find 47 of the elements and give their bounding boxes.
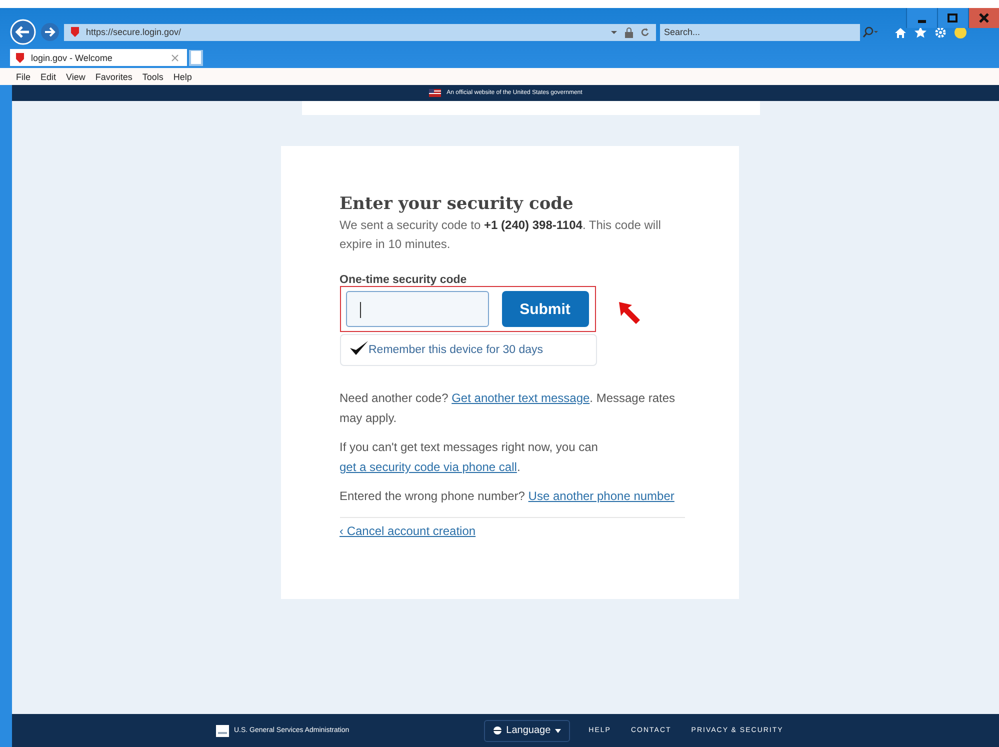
menu-item[interactable]: Favorites	[95, 72, 132, 82]
close-icon[interactable]	[968, 8, 999, 28]
shield-icon	[15, 52, 25, 64]
dropdown-icon[interactable]	[610, 28, 618, 36]
menu-item[interactable]: Help	[173, 72, 192, 82]
lock-icon	[624, 26, 634, 38]
menu-item[interactable]: Tools	[142, 72, 164, 82]
submit-button[interactable]: Submit	[502, 291, 588, 327]
checkmark-icon	[348, 340, 368, 356]
intro-text: We sent a security code to +1 (240) 398-1104. This code will expire in 10 minutes.	[340, 217, 662, 253]
search-field[interactable]: Search...	[660, 24, 860, 40]
cancel-link[interactable]: ‹ Cancel account creation	[340, 524, 476, 538]
help-text: Need another code? Get another text message. Message rates may apply.	[340, 390, 676, 427]
help-text: If you can't get text messages right now, you can get a security code via phone call.	[340, 439, 599, 476]
flag-icon	[428, 89, 441, 97]
input-field[interactable]	[346, 291, 488, 327]
field-label: One-time security code	[340, 274, 467, 286]
globe-icon	[493, 726, 502, 735]
forward-icon[interactable]	[40, 22, 60, 42]
refresh-icon[interactable]	[640, 26, 650, 38]
minimize-icon[interactable]	[906, 8, 937, 28]
address-bar[interactable]: https://secure.login.gov/	[64, 24, 656, 40]
checkbox-label: Remember this device for 30 days	[368, 344, 543, 356]
menu-item[interactable]: Edit	[40, 72, 56, 82]
close-icon[interactable]	[171, 54, 179, 62]
link[interactable]: Use another phone number	[528, 489, 674, 503]
link[interactable]: Get another text message	[452, 391, 590, 405]
dropdown-icon	[554, 728, 561, 732]
help-text: Entered the wrong phone number? Use another phone number	[340, 488, 676, 505]
menu-item[interactable]: File	[16, 72, 31, 82]
menu-item[interactable]: View	[66, 72, 86, 82]
tab-title: login.gov - Welcome	[31, 52, 114, 62]
star-icon[interactable]	[914, 26, 927, 38]
back-icon[interactable]	[10, 19, 36, 45]
search-icon[interactable]	[862, 26, 880, 38]
settings-icon[interactable]	[934, 26, 947, 38]
checkbox[interactable]: Remember this device for 30 days	[340, 334, 596, 366]
browser-tab[interactable]: login.gov - Welcome	[10, 49, 187, 66]
agency-logo-icon	[216, 724, 229, 736]
text-cursor	[360, 302, 361, 318]
language-button[interactable]: Language	[484, 720, 570, 742]
shield-icon	[70, 26, 80, 38]
url-text: https://secure.login.gov/	[86, 27, 182, 37]
maximize-icon[interactable]	[937, 8, 968, 28]
home-icon[interactable]	[894, 26, 907, 38]
page-heading: Enter your security code	[340, 194, 574, 214]
link[interactable]: get a security code via phone call	[340, 460, 517, 474]
